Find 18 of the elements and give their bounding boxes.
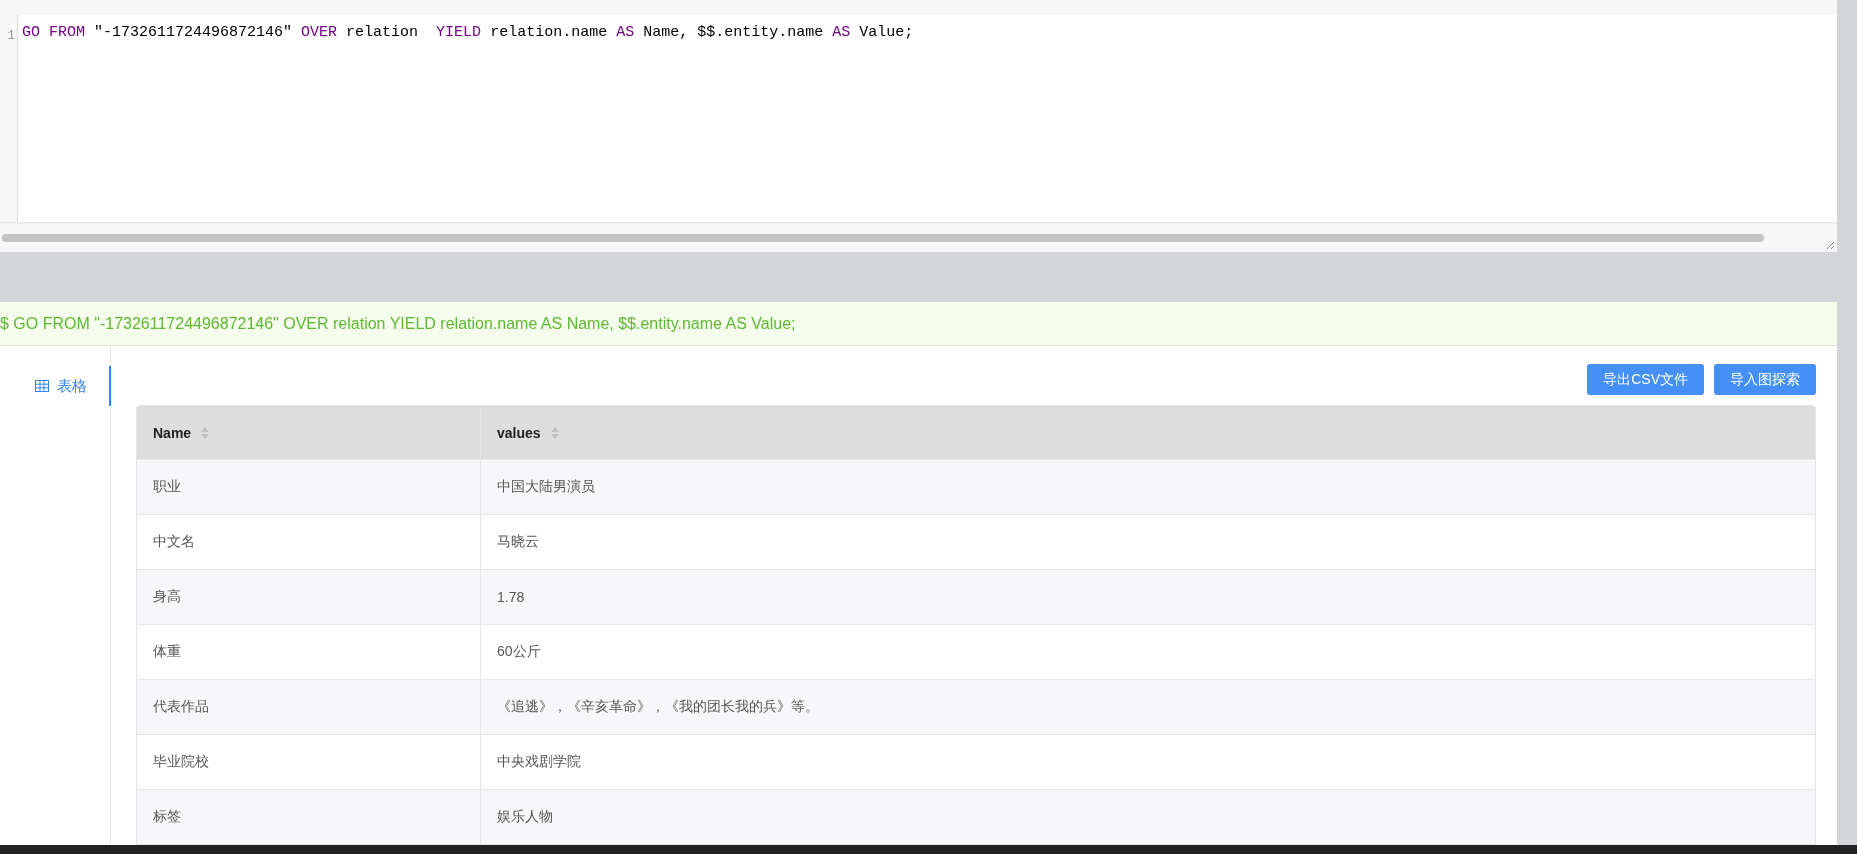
sort-icon[interactable]	[201, 426, 210, 439]
table-cell-text: 60公斤	[496, 642, 542, 661]
resize-handle-icon[interactable]	[1825, 240, 1835, 250]
code-editor[interactable]: 1 GO FROM "-1732611724496872146" OVER relation YIELD relation.name AS Name, $$.entity.name AS Value;	[0, 15, 1837, 223]
table-cell-text: 1.78	[496, 588, 526, 607]
sort-icon[interactable]	[550, 426, 559, 439]
table-cell-text: 中国大陆男演员	[496, 477, 596, 496]
table-cell-text: 娱乐人物	[496, 807, 554, 826]
table-cell-text: 《追逃》，《辛亥革命》，《我的团长我的兵》等。	[496, 697, 820, 716]
scrollbar-thumb[interactable]	[2, 234, 1764, 242]
query-banner: $ GO FROM "-1732611724496872146" OVER relation YIELD relation.name AS Name, $$.entity.name AS Value;	[0, 302, 1837, 346]
line-number: 1	[7, 28, 16, 43]
column-header[interactable]: values	[481, 406, 1815, 459]
table-tab[interactable]: 表格	[0, 366, 111, 406]
table-icon	[35, 380, 49, 392]
code-line: GO FROM "-1732611724496872146" OVER relation YIELD relation.name AS Name, $$.entity.name AS Value;	[21, 23, 914, 43]
table-cell-text: 马晓云	[496, 532, 540, 551]
table-cell-text: 中央戏剧学院	[496, 752, 582, 771]
